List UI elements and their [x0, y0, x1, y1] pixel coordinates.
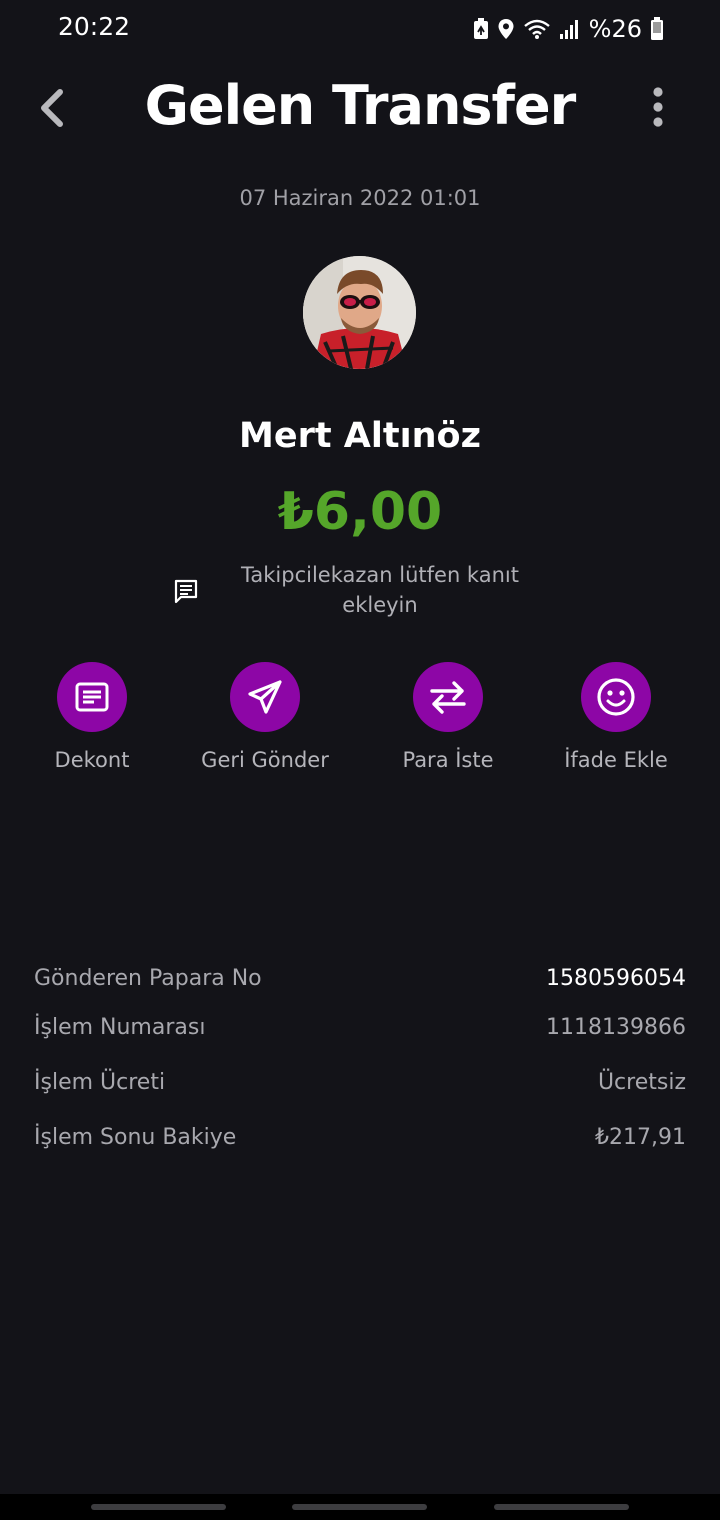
status-bar: 20:22 %26 — [0, 0, 720, 60]
battery-percentage: %26 — [588, 15, 642, 43]
receipt-icon — [75, 682, 109, 712]
battery-icon — [650, 17, 664, 41]
sender-name: Mert Altınöz — [239, 416, 481, 456]
detail-label: İşlem Ücreti — [34, 1070, 166, 1095]
avatar — [303, 256, 416, 369]
action-label: Para İste — [402, 748, 494, 772]
action-label: Geri Gönder — [201, 748, 329, 772]
battery-saver-icon — [473, 18, 489, 40]
request-money-button[interactable]: Para İste — [358, 662, 538, 782]
detail-row-sender-no: Gönderen Papara No 1580596054 — [34, 966, 686, 1006]
message-icon — [173, 578, 199, 604]
receipt-button-circle[interactable] — [57, 662, 127, 732]
location-icon — [497, 18, 515, 40]
nav-recents-button[interactable] — [91, 1504, 226, 1510]
nav-home-button[interactable] — [292, 1504, 427, 1510]
detail-label: Gönderen Papara No — [34, 966, 262, 991]
detail-value: Ücretsiz — [597, 1070, 686, 1095]
nav-back-button[interactable] — [494, 1504, 629, 1510]
status-icons: %26 — [473, 12, 664, 46]
swap-arrows-icon — [430, 681, 466, 714]
transfer-note: Takipcilekazan lütfen kanıt ekleyin — [241, 563, 519, 617]
app-header: Gelen Transfer — [0, 70, 720, 150]
system-navigation-bar — [0, 1494, 720, 1520]
more-vert-icon — [653, 87, 663, 127]
signal-icon — [559, 18, 581, 40]
add-reaction-button[interactable]: İfade Ekle — [526, 662, 706, 782]
send-back-button-circle[interactable] — [230, 662, 300, 732]
detail-value: ₺217,91 — [595, 1125, 686, 1150]
detail-value: 1118139866 — [546, 1015, 686, 1040]
status-time: 20:22 — [58, 12, 131, 41]
add-reaction-button-circle[interactable] — [581, 662, 651, 732]
request-money-button-circle[interactable] — [413, 662, 483, 732]
action-label: Dekont — [54, 748, 130, 772]
detail-row-transaction-no: İşlem Numarası 1118139866 — [34, 1015, 686, 1055]
transfer-date: 07 Haziran 2022 01:01 — [239, 186, 481, 210]
receipt-button[interactable]: Dekont — [2, 662, 182, 782]
detail-label: İşlem Numarası — [34, 1015, 206, 1040]
wifi-icon — [523, 18, 551, 40]
action-label: İfade Ekle — [564, 748, 668, 772]
detail-row-balance: İşlem Sonu Bakiye ₺217,91 — [34, 1125, 686, 1165]
transfer-amount: ₺6,00 — [277, 482, 443, 542]
detail-value[interactable]: 1580596054 — [546, 966, 686, 991]
smiley-icon — [597, 678, 635, 716]
detail-row-fee: İşlem Ücreti Ücretsiz — [34, 1070, 686, 1110]
detail-label: İşlem Sonu Bakiye — [34, 1125, 237, 1150]
page-title: Gelen Transfer — [144, 74, 577, 137]
send-icon — [248, 680, 282, 714]
send-back-button[interactable]: Geri Gönder — [175, 662, 355, 782]
more-options-button[interactable] — [640, 84, 676, 132]
